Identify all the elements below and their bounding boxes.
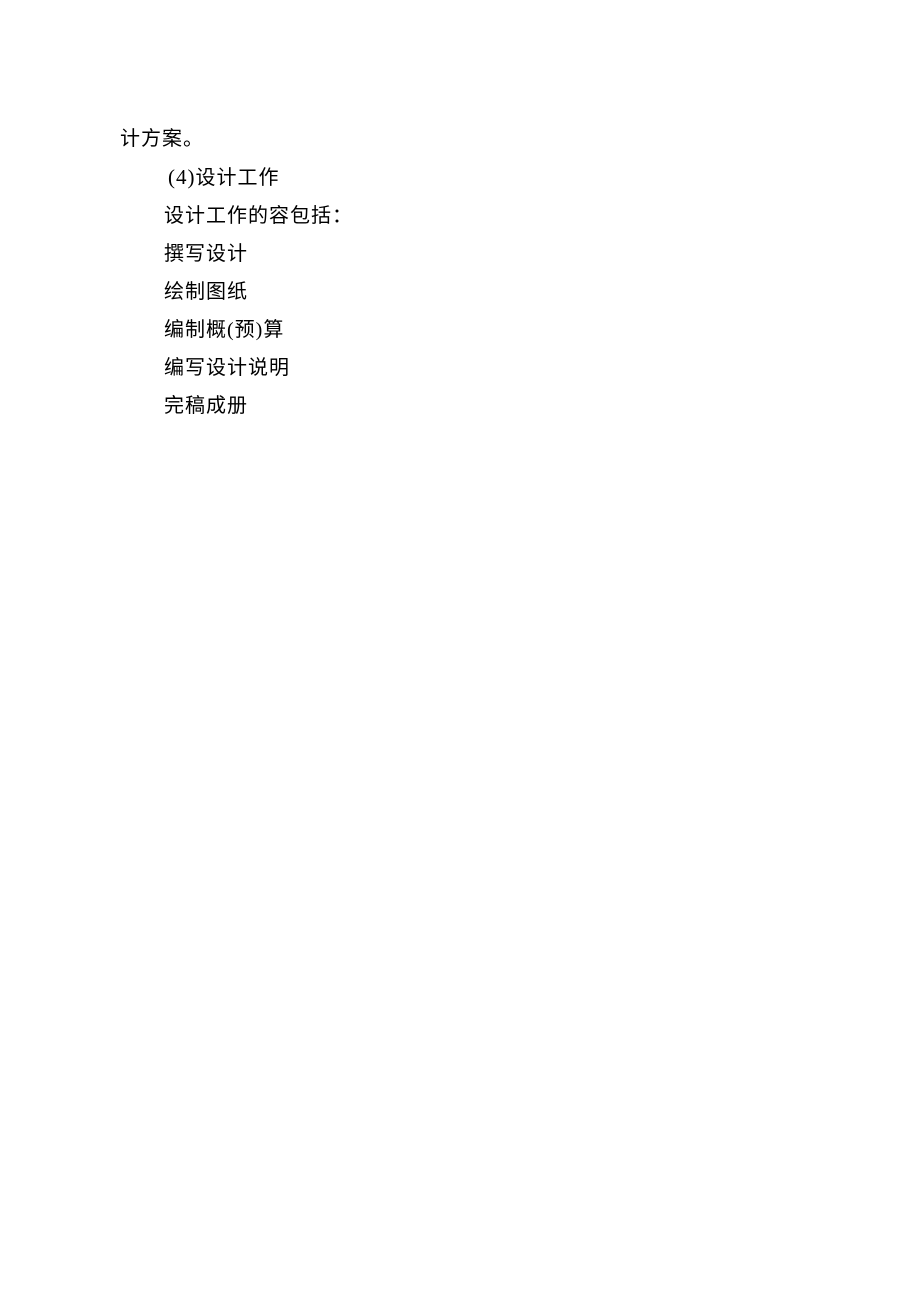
text-line-7: 编写设计说明 <box>120 349 800 387</box>
text-line-6: 编制概(预)算 <box>120 311 800 349</box>
text-line-8: 完稿成册 <box>120 387 800 425</box>
document-page: 计方案。 (4)设计工作 设计工作的容包括： 撰写设计 绘制图纸 编制概(预)算… <box>0 0 920 425</box>
heading-text: 设计工作 <box>196 167 280 189</box>
section-heading: (4)设计工作 <box>120 158 800 197</box>
heading-number: (4) <box>168 165 196 189</box>
text-line-3: 设计工作的容包括： <box>120 197 800 235</box>
text-line-1: 计方案。 <box>120 120 800 158</box>
text-line-4: 撰写设计 <box>120 235 800 273</box>
text-line-5: 绘制图纸 <box>120 273 800 311</box>
